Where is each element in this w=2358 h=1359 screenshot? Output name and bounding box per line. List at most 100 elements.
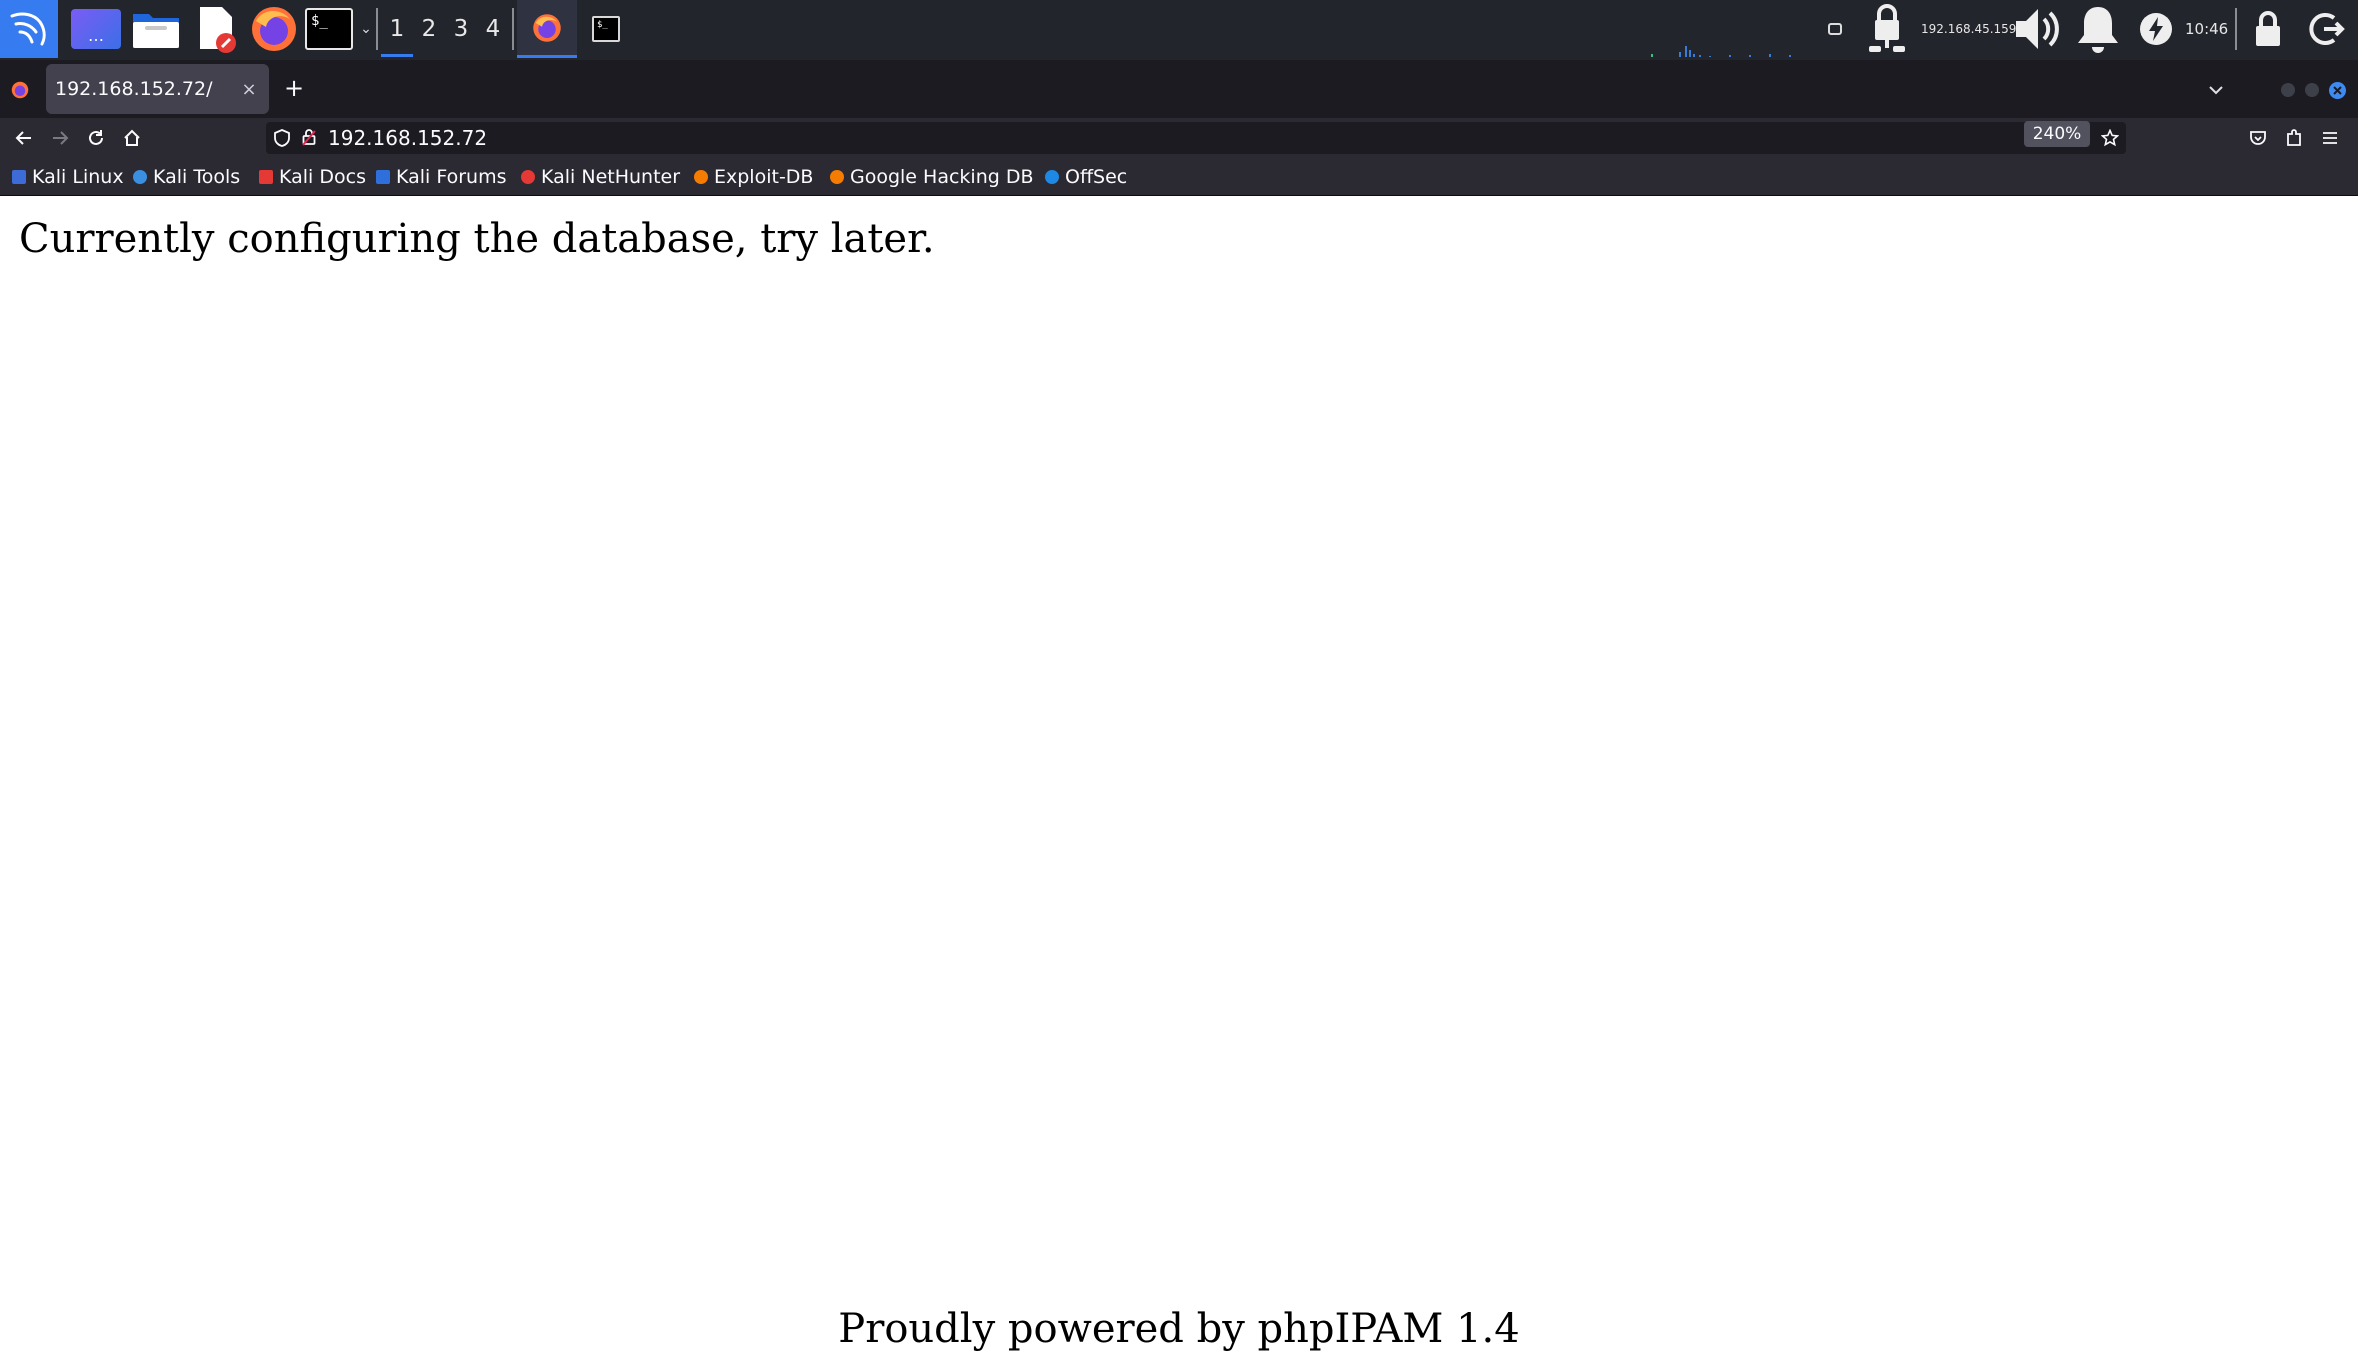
app-menu-button[interactable] [2318, 126, 2342, 150]
kali-nethunter-icon [521, 170, 535, 184]
url-text: 192.168.152.72 [328, 126, 488, 150]
bookmark-label: Google Hacking DB [850, 166, 1034, 188]
screenshot-tray-button[interactable] [1822, 0, 1848, 58]
bookmark-label: OffSec [1065, 166, 1128, 188]
bookmark-label: Kali Linux [32, 166, 124, 188]
bookmark-google-hacking-db[interactable]: Google Hacking DB [830, 158, 1034, 196]
clock[interactable]: 10:46 [2185, 0, 2228, 58]
home-button[interactable] [120, 126, 144, 150]
network-lock-icon [1869, 4, 1905, 52]
kali-dragon-icon [10, 12, 46, 46]
workspace-1[interactable]: 1 [381, 0, 413, 58]
puzzle-icon [2287, 129, 2301, 146]
logout-button[interactable] [2304, 0, 2350, 58]
page-content: Currently configuring the database, try … [0, 196, 2358, 1359]
vpn-network-button[interactable] [1862, 0, 1912, 58]
chevron-down-icon: ⌄ [360, 21, 372, 37]
taskbar: … $_ ⌄ 1 2 3 4 $_ 192.168.45.159 10:46 [0, 0, 2358, 60]
window-maximize-button[interactable] [2305, 83, 2319, 97]
bookmark-kali-docs[interactable]: Kali Docs [259, 158, 366, 196]
power-bolt-icon [2140, 13, 2172, 45]
hamburger-menu-icon [2323, 132, 2337, 144]
browser-tab-bar: 192.168.152.72/ × + [0, 60, 2358, 118]
pocket-icon [2250, 131, 2266, 145]
list-all-tabs-button[interactable] [2202, 76, 2230, 104]
kali-docs-icon [259, 170, 273, 184]
volume-icon [2016, 9, 2059, 49]
logout-icon [2309, 13, 2345, 45]
bell-icon [2078, 7, 2118, 53]
network-ip-label: 192.168.45.159 [1921, 22, 2017, 36]
reload-icon [89, 130, 103, 145]
navigation-toolbar: 192.168.152.72 240% [0, 118, 2358, 158]
firefox-icon [252, 7, 296, 51]
bookmark-kali-forums[interactable]: Kali Forums [376, 158, 507, 196]
firefox-icon [11, 81, 29, 99]
tab-current[interactable]: 192.168.152.72/ × [46, 64, 269, 114]
firefox-launcher-button[interactable] [248, 0, 300, 58]
pocket-button[interactable] [2246, 126, 2270, 150]
bookmark-kali-nethunter[interactable]: Kali NetHunter [521, 158, 680, 196]
chevron-down-icon [2209, 86, 2223, 95]
bookmark-label: Kali NetHunter [541, 166, 681, 188]
task-firefox-window[interactable] [517, 0, 577, 58]
bookmark-label: Kali Tools [153, 166, 241, 188]
file-manager-button[interactable] [130, 0, 182, 58]
bookmark-offsec[interactable]: OffSec [1045, 158, 1127, 196]
panel-separator [376, 8, 378, 50]
bookmark-kali-tools[interactable]: Kali Tools [133, 158, 240, 196]
kali-dragon-icon [12, 170, 26, 184]
lock-icon [2256, 11, 2280, 46]
workspace-4[interactable]: 4 [477, 0, 509, 58]
terminal-launcher-button[interactable]: $_ [304, 0, 354, 58]
forward-button[interactable] [48, 126, 72, 150]
back-button[interactable] [12, 126, 36, 150]
bookmarks-toolbar: Kali Linux Kali Tools Kali Docs Kali For… [0, 158, 2358, 196]
notifications-button[interactable] [2072, 0, 2124, 58]
power-manager-button[interactable] [2138, 0, 2174, 58]
workspace-2[interactable]: 2 [413, 0, 445, 58]
window-minimize-button[interactable] [2281, 83, 2295, 97]
bookmark-label: Kali Forums [396, 166, 507, 188]
firefox-view-button[interactable] [6, 76, 34, 104]
task-terminal-window[interactable]: $_ [584, 0, 628, 58]
star-icon [2101, 129, 2119, 147]
extensions-button[interactable] [2282, 126, 2306, 150]
reload-button[interactable] [84, 126, 108, 150]
page-footer: Proudly powered by phpIPAM 1.4 [838, 1306, 1520, 1352]
tracking-protection-shield-icon[interactable] [274, 129, 292, 147]
desktop-icon: … [71, 9, 121, 49]
bookmark-kali-linux[interactable]: Kali Linux [12, 158, 124, 196]
text-editor-button[interactable] [190, 0, 242, 58]
window-close-button[interactable] [2329, 82, 2346, 99]
workspace-3[interactable]: 3 [445, 0, 477, 58]
insecure-lock-icon[interactable] [302, 128, 318, 148]
address-bar[interactable]: 192.168.152.72 [266, 122, 2126, 154]
text-editor-icon [200, 7, 236, 53]
terminal-dropdown-button[interactable]: ⌄ [357, 0, 375, 58]
close-tab-button[interactable]: × [237, 77, 261, 101]
show-desktop-button[interactable]: … [70, 0, 122, 58]
panel-separator [512, 8, 514, 50]
lock-screen-button[interactable] [2248, 0, 2288, 58]
bookmark-label: Exploit-DB [714, 166, 814, 188]
network-activity-graph [1651, 46, 1791, 57]
panel-separator [2235, 8, 2237, 50]
zoom-reset-button[interactable]: 240% [2024, 121, 2090, 147]
kali-tools-icon [133, 170, 147, 184]
kali-menu-button[interactable] [0, 0, 58, 58]
terminal-icon: $_ [305, 8, 353, 50]
status-message: Currently configuring the database, try … [19, 216, 935, 262]
google-hacking-db-icon [830, 170, 844, 184]
home-icon [124, 129, 140, 146]
firefox-icon [533, 13, 561, 42]
arrow-left-icon [15, 131, 31, 145]
new-tab-button[interactable]: + [278, 72, 310, 104]
bookmark-exploit-db[interactable]: Exploit-DB [694, 158, 813, 196]
bookmark-star-button[interactable] [2098, 126, 2122, 150]
arrow-right-icon [53, 131, 69, 145]
volume-button[interactable] [2010, 0, 2066, 58]
bookmark-label: Kali Docs [279, 166, 366, 188]
window-icon [1828, 23, 1842, 35]
tab-title: 192.168.152.72/ [55, 78, 213, 100]
